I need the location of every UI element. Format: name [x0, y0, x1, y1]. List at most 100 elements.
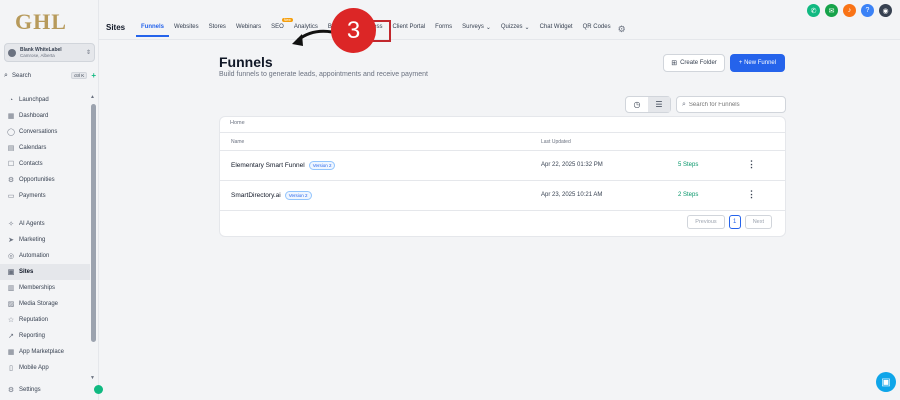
- sidebar-item-marketing[interactable]: ➤ Marketing: [0, 232, 90, 248]
- column-last-updated: Last Updated: [541, 139, 571, 145]
- sidebar: GHL Blank WhiteLabel Camrose, Alberta ⇕ …: [0, 0, 103, 400]
- tab-webinars[interactable]: Webinars: [231, 24, 266, 38]
- table-row[interactable]: Elementary Smart Funnel Version 2 Apr 22, …: [220, 151, 785, 181]
- more-options-icon[interactable]: ⋮: [747, 159, 756, 170]
- sidebar-item-dashboard[interactable]: ▦ Dashboard: [0, 108, 90, 124]
- search-icon: ⌕: [4, 71, 8, 79]
- account-switcher[interactable]: Blank WhiteLabel Camrose, Alberta ⇕: [4, 43, 95, 62]
- support-chat-icon[interactable]: ▣: [876, 372, 896, 392]
- gear-icon[interactable]: ⚙: [618, 24, 626, 38]
- contacts-icon: ☐: [7, 161, 15, 168]
- header-icons: ✆ ✉ ♪? ◉: [807, 4, 892, 17]
- funnel-name-cell[interactable]: SmartDirectory.ai Version 2: [231, 191, 312, 200]
- sidebar-item-automation[interactable]: ◎ Automation: [0, 248, 90, 264]
- rocket-icon: ◔: [8, 96, 14, 104]
- sidebar-item-label: Launchpad: [19, 97, 49, 103]
- steps-link[interactable]: 2 Steps: [678, 192, 698, 198]
- tab-label: SEO: [271, 24, 284, 30]
- tab-label: Chat Widget: [539, 24, 573, 30]
- search-label: Search: [12, 72, 32, 79]
- sidebar-item-opportunities[interactable]: ⚙ Opportunities: [0, 172, 90, 188]
- sidebar-item-ai-agents[interactable]: ✧ AI Agents: [0, 216, 90, 232]
- previous-page-button[interactable]: Previous: [687, 215, 725, 229]
- send-icon: ➤: [8, 237, 14, 244]
- tab-surveys[interactable]: Surveys ⌄: [457, 24, 496, 38]
- sidebar-scrollbar[interactable]: [91, 104, 96, 342]
- tab-label: Websites: [174, 24, 199, 30]
- brand-logo[interactable]: GHL: [15, 9, 67, 35]
- sidebar-search[interactable]: ⌕ Search ctrl K +: [4, 70, 96, 81]
- page-subtitle: Build funnels to generate leads, appoint…: [219, 71, 428, 78]
- sidebar-item-calendars[interactable]: ▤ Calendars: [0, 140, 90, 156]
- table-header: Name Last Updated: [220, 132, 785, 151]
- tab-seo[interactable]: SEO New: [266, 18, 293, 38]
- sidebar-item-mobile-app[interactable]: ▯ Mobile App: [0, 360, 90, 376]
- table-row[interactable]: SmartDirectory.ai Version 2 Apr 23, 2025 1…: [220, 181, 785, 211]
- tab-label: Funnels: [141, 24, 165, 30]
- help-icon[interactable]: ?: [861, 4, 874, 17]
- top-nav: Sites Funnels Websites Stores Webinars SEO Ne…: [99, 0, 900, 42]
- new-funnel-button[interactable]: + New Funnel: [730, 54, 785, 72]
- ai-icon: ✧: [8, 221, 14, 228]
- funnel-search-input[interactable]: [688, 101, 779, 108]
- tab-stores[interactable]: Stores: [204, 24, 231, 38]
- sidebar-item-label: Calendars: [19, 145, 47, 151]
- create-folder-label: Create Folder: [680, 60, 717, 66]
- mobile-icon: ▯: [9, 365, 13, 372]
- more-options-icon[interactable]: ⋮: [747, 189, 756, 200]
- tab-forms[interactable]: Forms: [430, 24, 457, 38]
- funnel-search[interactable]: ⌕: [676, 96, 786, 113]
- nav-divider: [0, 204, 90, 216]
- next-page-button[interactable]: Next: [744, 215, 772, 229]
- account-location: Camrose, Alberta: [20, 52, 55, 58]
- funnel-name-cell[interactable]: Elementary Smart Funnel Version 2: [231, 161, 336, 170]
- megaphone-icon[interactable]: ✉: [825, 4, 838, 17]
- column-name: Name: [231, 139, 245, 145]
- sidebar-item-app-marketplace[interactable]: ▦ App Marketplace: [0, 344, 90, 360]
- sidebar-item-contacts[interactable]: ☐ Contacts: [0, 156, 90, 172]
- create-folder-button[interactable]: ⊞ Create Folder: [663, 54, 725, 72]
- sidebar-item-label: Memberships: [19, 285, 56, 291]
- quick-add-icon[interactable]: +: [91, 71, 96, 80]
- sidebar-item-sites[interactable]: ▣ Sites: [0, 264, 90, 280]
- page-title: Funnels: [219, 54, 273, 70]
- automation-icon: ◎: [7, 253, 15, 260]
- sidebar-item-reputation[interactable]: ☆ Reputation: [0, 312, 90, 328]
- tab-funnels[interactable]: Funnels: [136, 24, 170, 37]
- sidebar-item-reporting[interactable]: ↗ Reporting: [0, 328, 90, 344]
- tab-qr-codes[interactable]: QR Codes: [578, 24, 616, 38]
- funnel-name: SmartDirectory.ai: [231, 192, 281, 199]
- folder-plus-icon: ⊞: [671, 60, 678, 67]
- breadcrumb[interactable]: Home: [230, 120, 245, 126]
- clock-icon[interactable]: ◷: [626, 97, 648, 112]
- sidebar-item-label: Automation: [19, 253, 50, 259]
- sidebar-item-media-storage[interactable]: ▨ Media Storage: [0, 296, 90, 312]
- steps-link[interactable]: 5 Steps: [678, 162, 698, 168]
- tab-label: Quizzes: [500, 24, 523, 30]
- sidebar-item-label: Opportunities: [19, 177, 55, 183]
- tab-label: Forms: [435, 24, 453, 30]
- tab-websites[interactable]: Websites: [169, 24, 204, 38]
- section-title: Sites: [106, 23, 126, 32]
- tab-quizzes[interactable]: Quizzes ⌄: [496, 24, 535, 38]
- chevron-down-icon: ⌄: [524, 25, 530, 31]
- tab-client-portal[interactable]: Client Portal: [387, 24, 430, 38]
- page-number-button[interactable]: 1: [728, 215, 741, 229]
- scroll-down-icon[interactable]: ▼: [90, 375, 95, 381]
- scroll-up-icon[interactable]: ▲: [90, 94, 95, 100]
- sidebar-item-launchpad[interactable]: ◔ Launchpad: [0, 92, 90, 108]
- apps-icon: ▦: [7, 349, 15, 356]
- list-view-icon[interactable]: ☰: [648, 97, 670, 112]
- sidebar-item-label: Media Storage: [19, 301, 59, 307]
- avatar-icon[interactable]: ◉: [879, 4, 892, 17]
- version-badge: Version 2: [284, 191, 312, 200]
- bell-icon[interactable]: ♪: [843, 4, 856, 17]
- sidebar-item-memberships[interactable]: ▥ Memberships: [0, 280, 90, 296]
- sidebar-item-conversations[interactable]: ◯ Conversations: [0, 124, 90, 140]
- pagination: Previous 1 Next: [687, 215, 772, 229]
- phone-icon[interactable]: ✆: [807, 4, 820, 17]
- star-icon: ☆: [7, 317, 15, 324]
- tab-chat-widget[interactable]: Chat Widget: [535, 24, 578, 38]
- sidebar-item-payments[interactable]: ▭ Payments: [0, 188, 90, 204]
- sidebar-item-settings[interactable]: ⚙ Settings: [0, 382, 90, 398]
